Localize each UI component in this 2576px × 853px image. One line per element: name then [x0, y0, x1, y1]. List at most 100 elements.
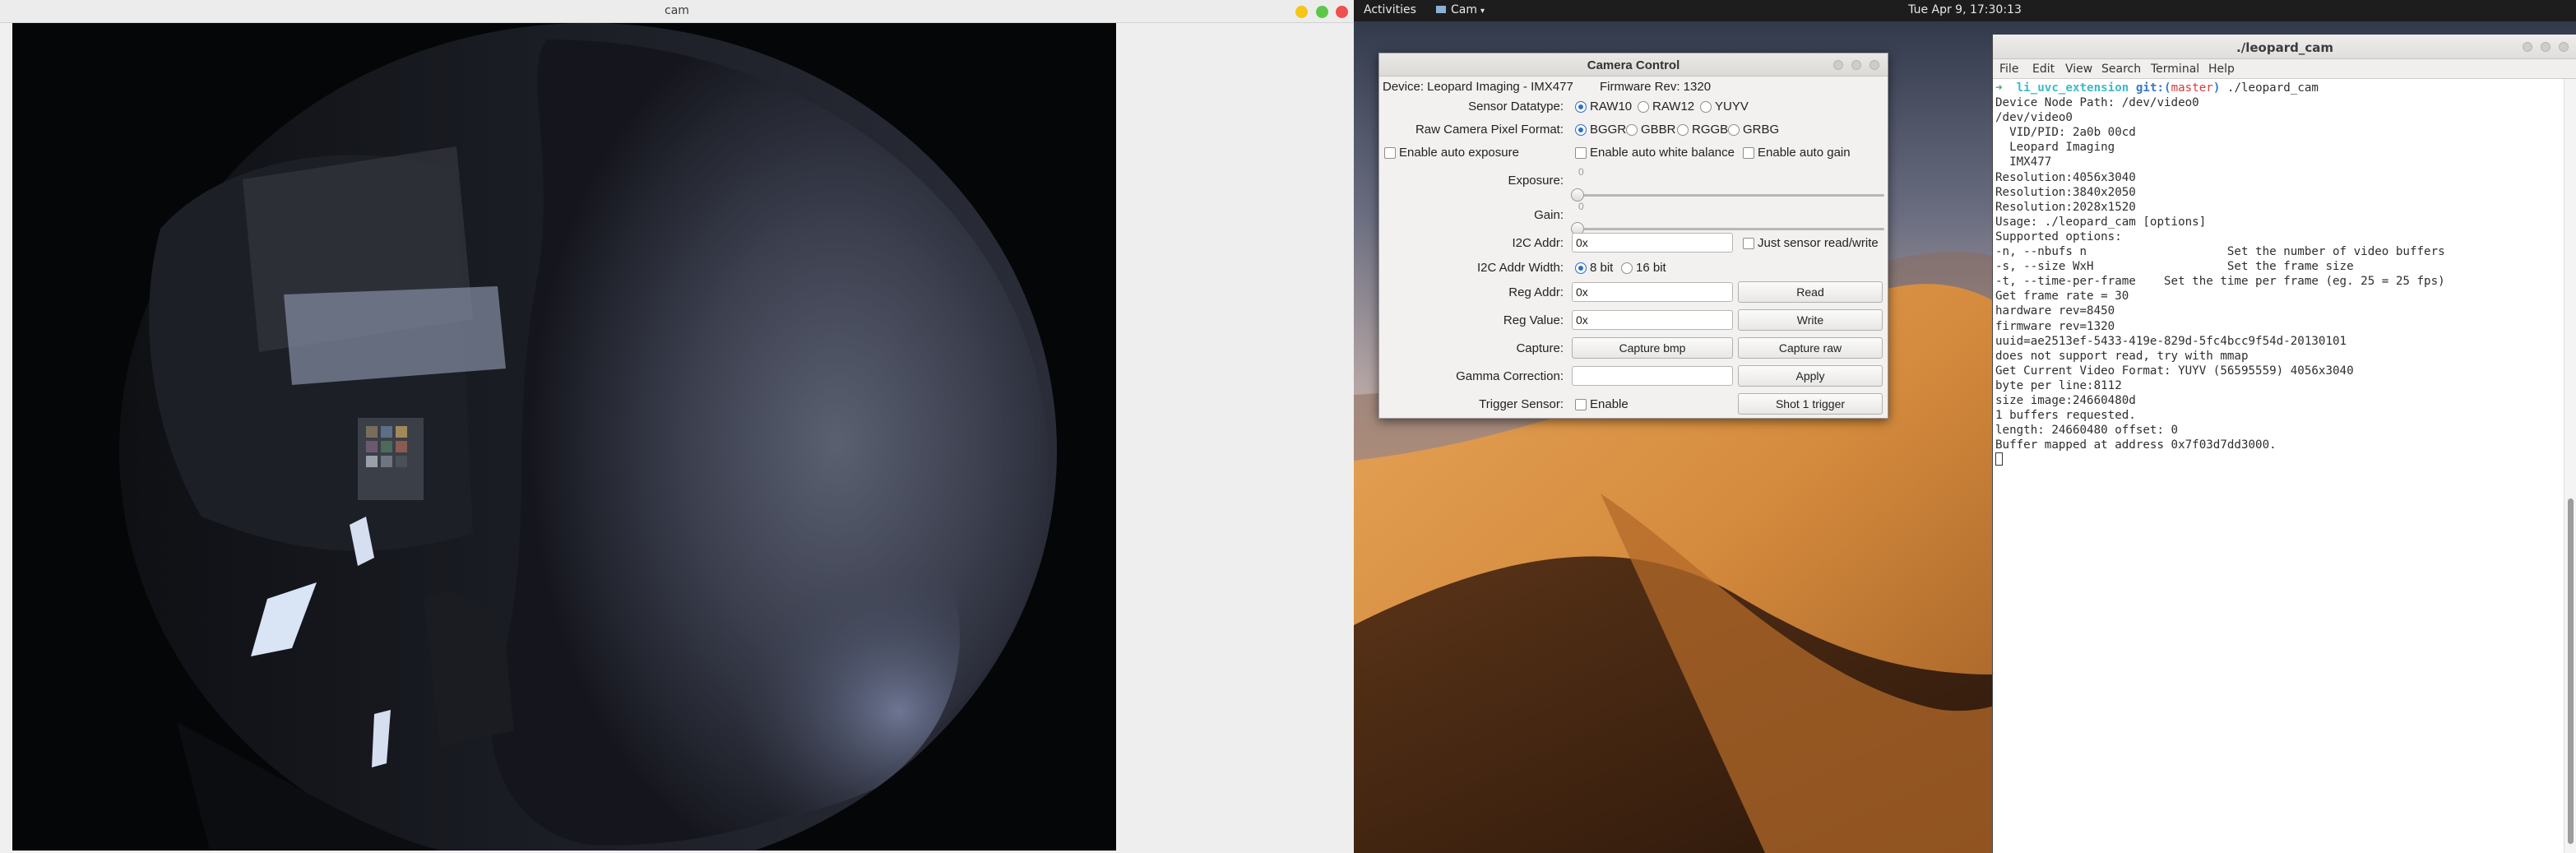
capture-bmp-button[interactable]: Capture bmp	[1572, 337, 1733, 359]
radio-16bit[interactable]	[1621, 262, 1633, 274]
radio-yuyv[interactable]	[1700, 101, 1712, 113]
maximize-icon[interactable]	[1851, 60, 1861, 70]
menu-file[interactable]: File	[1999, 63, 2018, 76]
maximize-icon[interactable]	[1316, 6, 1328, 18]
capture-raw-button[interactable]: Capture raw	[1738, 337, 1883, 359]
terminal-menubar: File Edit View Search Terminal Help	[1993, 59, 2576, 79]
auto-exposure-checkbox[interactable]	[1384, 147, 1396, 159]
camera-control-titlebar: Camera Control	[1379, 53, 1888, 76]
i2c-addr-input[interactable]: 0x	[1572, 233, 1733, 253]
sensor-datatype-label: Sensor Datatype:	[1468, 100, 1564, 114]
gamma-label: Gamma Correction:	[1456, 369, 1564, 383]
close-icon[interactable]	[1869, 60, 1879, 70]
terminal-scrollbar[interactable]	[2564, 79, 2576, 853]
auto-exposure-label: Enable auto exposure	[1399, 146, 1519, 160]
radio-raw12-label: RAW12	[1652, 100, 1695, 114]
terminal-line: Get Current Video Format: YUYV (56595559…	[1995, 364, 2354, 378]
terminal-line: Device Node Path: /dev/video0	[1995, 96, 2199, 110]
radio-yuyv-label: YUYV	[1715, 100, 1749, 114]
menu-search[interactable]: Search	[2101, 63, 2141, 76]
minimize-icon[interactable]	[1295, 6, 1308, 18]
radio-bggr[interactable]	[1575, 124, 1587, 136]
desktop: Activities Cam ▾ Tue Apr 9, 17:30:13 Came…	[1354, 0, 2576, 853]
radio-raw10[interactable]	[1575, 101, 1587, 113]
terminal-line: firmware rev=1320	[1995, 319, 2115, 333]
terminal-prompt-line: ➜ li_uvc_extension git:(master) ./leopar…	[1995, 81, 2564, 95]
close-icon[interactable]	[1336, 6, 1348, 18]
radio-gbbr[interactable]	[1626, 124, 1638, 136]
radio-raw12[interactable]	[1638, 101, 1649, 113]
trigger-label: Trigger Sensor:	[1479, 397, 1564, 411]
close-icon[interactable]	[2559, 42, 2569, 52]
terminal-line: VID/PID: 2a0b 00cd	[1995, 126, 2136, 140]
cam-window: cam	[0, 0, 1354, 853]
trigger-enable-checkbox[interactable]	[1575, 399, 1587, 410]
device-info: Device: Leopard Imaging - IMX477	[1383, 80, 1573, 94]
exposure-value: 0	[1578, 166, 1584, 178]
radio-grbg[interactable]	[1728, 124, 1740, 136]
trigger-enable-label: Enable	[1590, 397, 1629, 411]
auto-gain-checkbox[interactable]	[1743, 147, 1754, 159]
terminal-line: Resolution:3840x2050	[1995, 185, 2136, 199]
shot-trigger-button[interactable]: Shot 1 trigger	[1738, 393, 1883, 415]
pixel-format-label: Raw Camera Pixel Format:	[1415, 123, 1564, 137]
maximize-icon[interactable]	[2541, 42, 2551, 52]
exposure-slider-handle[interactable]	[1571, 188, 1584, 202]
auto-gain-label: Enable auto gain	[1758, 146, 1851, 160]
just-sensor-rw-label: Just sensor read/write	[1758, 236, 1879, 250]
terminal-line: hardware rev=8450	[1995, 304, 2115, 318]
radio-16bit-label: 16 bit	[1636, 261, 1666, 275]
apply-button[interactable]: Apply	[1738, 365, 1883, 387]
scrollbar-thumb[interactable]	[2568, 498, 2574, 844]
gamma-input[interactable]	[1572, 366, 1733, 386]
menu-terminal[interactable]: Terminal	[2151, 63, 2199, 76]
terminal-window: ./leopard_cam File Edit View Search Term…	[1992, 35, 2576, 853]
terminal-line: byte per line:8112	[1995, 378, 2122, 392]
radio-gbbr-label: GBBR	[1641, 123, 1676, 137]
reg-value-input[interactable]: 0x	[1572, 310, 1733, 330]
terminal-line: IMX477	[1995, 155, 2052, 169]
prompt-git: git:(	[2135, 81, 2171, 95]
capture-label: Capture:	[1516, 341, 1564, 355]
terminal-line: size image:24660480d	[1995, 393, 2136, 407]
auto-white-balance-checkbox[interactable]	[1575, 147, 1587, 159]
just-sensor-rw-checkbox[interactable]	[1743, 238, 1754, 249]
reg-addr-label: Reg Addr:	[1508, 285, 1564, 299]
clock[interactable]: Tue Apr 9, 17:30:13	[1354, 3, 2576, 16]
exposure-slider-track[interactable]	[1573, 194, 1884, 197]
write-button[interactable]: Write	[1738, 309, 1883, 331]
radio-rggb[interactable]	[1677, 124, 1689, 136]
reg-addr-input[interactable]: 0x	[1572, 282, 1733, 302]
terminal-line: /dev/video0	[1995, 111, 2073, 125]
radio-8bit[interactable]	[1575, 262, 1587, 274]
terminal-cursor	[1995, 452, 2003, 466]
read-button[interactable]: Read	[1738, 281, 1883, 303]
menu-view[interactable]: View	[2065, 63, 2092, 76]
cam-titlebar: cam	[0, 0, 1354, 23]
terminal-title: ./leopard_cam	[2236, 40, 2333, 55]
radio-raw10-label: RAW10	[1590, 100, 1633, 114]
prompt-branch: master	[2171, 81, 2213, 95]
terminal-output[interactable]: ➜ li_uvc_extension git:(master) ./leopar…	[1993, 79, 2564, 853]
terminal-line: Leopard Imaging	[1995, 141, 2115, 155]
radio-8bit-label: 8 bit	[1590, 261, 1614, 275]
terminal-line: Get frame rate = 30	[1995, 290, 2129, 304]
reg-value-label: Reg Value:	[1503, 313, 1564, 327]
minimize-icon[interactable]	[2523, 42, 2532, 52]
minimize-icon[interactable]	[1833, 60, 1843, 70]
menu-help[interactable]: Help	[2208, 63, 2235, 76]
i2c-width-label: I2C Addr Width:	[1476, 261, 1564, 275]
terminal-line: Resolution:4056x3040	[1995, 170, 2136, 184]
terminal-cursor-line	[1995, 452, 2564, 467]
gain-slider-track[interactable]	[1573, 228, 1884, 230]
terminal-titlebar: ./leopard_cam	[1993, 35, 2576, 59]
i2c-addr-label: I2C Addr:	[1512, 236, 1564, 250]
terminal-line: Buffer mapped at address 0x7f03d7dd3000.	[1995, 438, 2277, 452]
firmware-info: Firmware Rev: 1320	[1600, 80, 1712, 94]
terminal-line: does not support read, try with mmap	[1995, 349, 2249, 363]
radio-bggr-label: BGGR	[1590, 123, 1627, 137]
camera-preview	[12, 23, 1116, 851]
camera-control-window: Camera Control Device: Leopard Imaging -…	[1378, 53, 1888, 419]
terminal-line: -t, --time-per-frame Set the time per fr…	[1995, 275, 2445, 289]
menu-edit[interactable]: Edit	[2032, 63, 2055, 76]
